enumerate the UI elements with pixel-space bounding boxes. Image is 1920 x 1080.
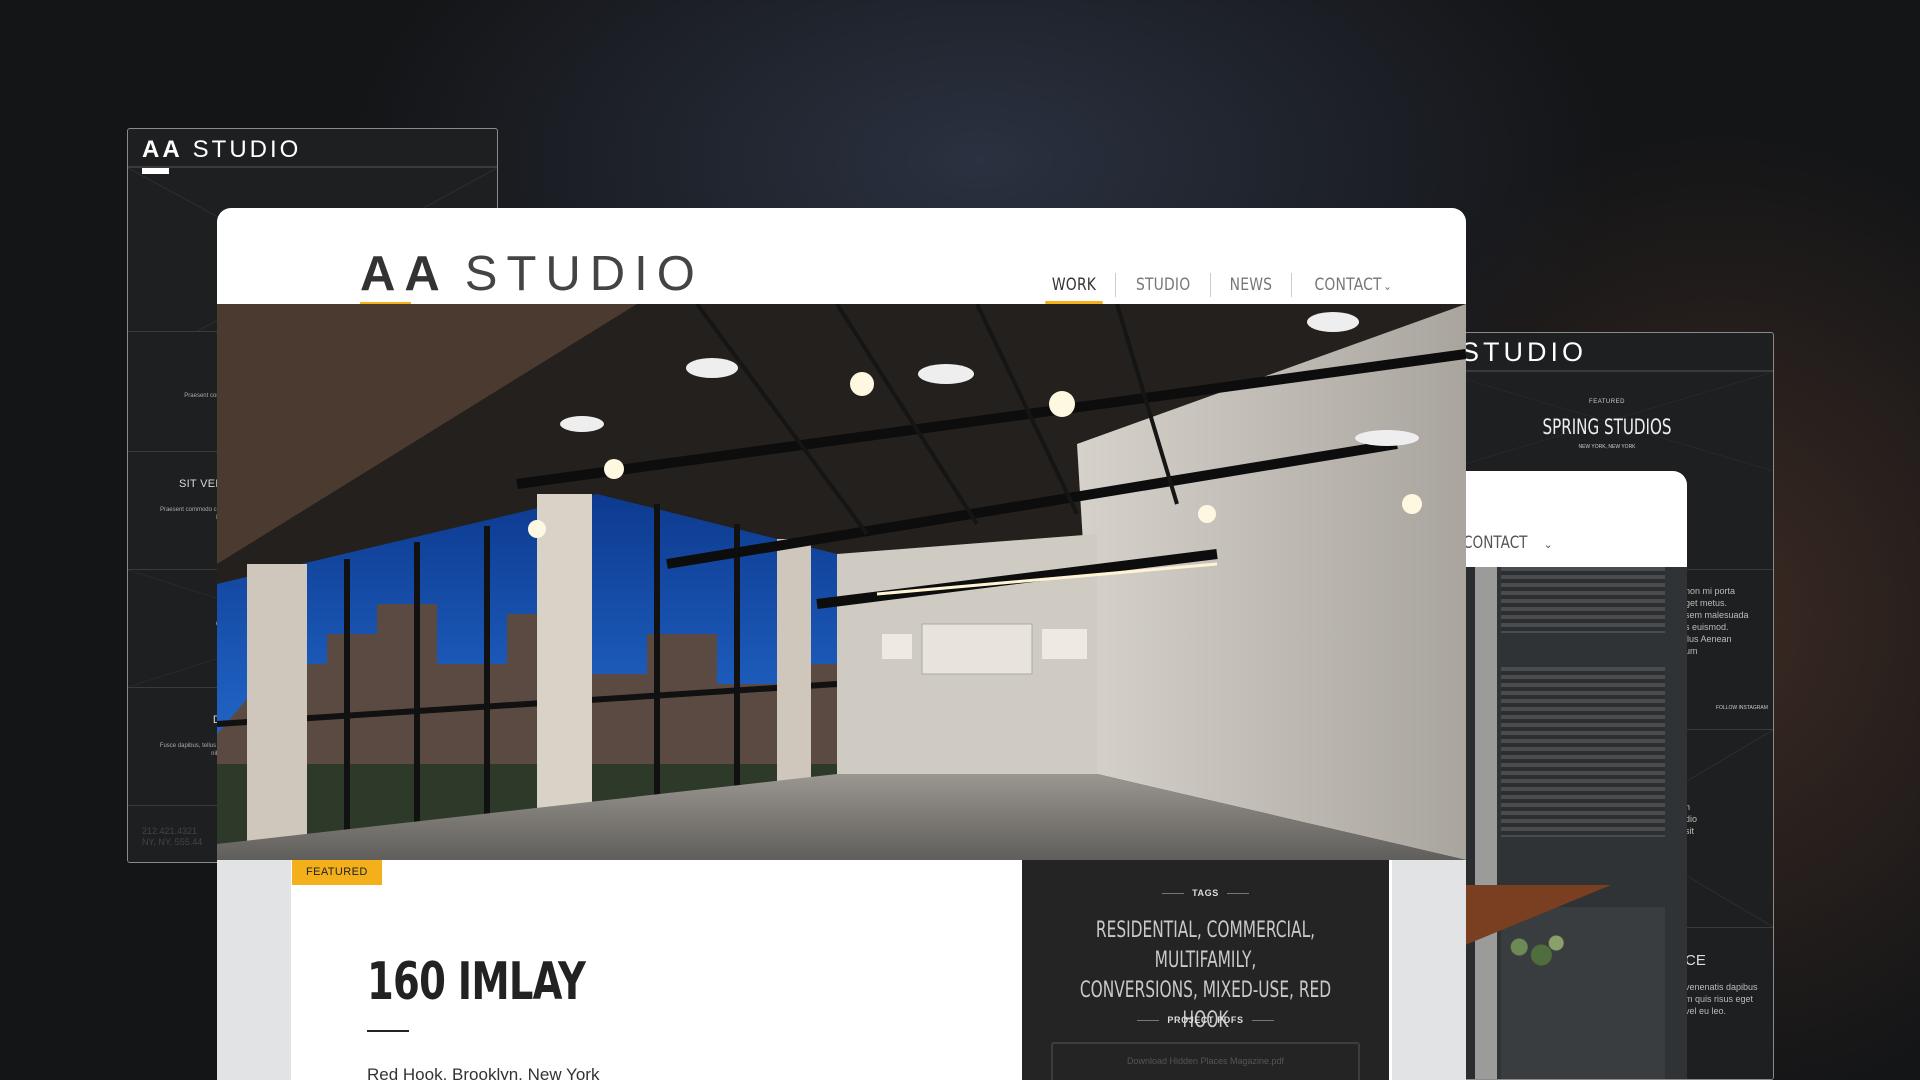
tags-line: RESIDENTIAL, COMMERCIAL, MULTIFAMILY, (1095, 918, 1316, 973)
nav-contact-label: CONTACT (1463, 533, 1528, 553)
nav-divider (1210, 273, 1212, 297)
hero-photo (217, 304, 1466, 860)
logo-light-text: STUDIO (464, 247, 704, 301)
interior-illustration (217, 304, 1466, 860)
right-mock-text-1: non mi porta get metus. sem malesuada s eui… (1685, 586, 1749, 656)
left-gutter (217, 860, 291, 1080)
right-mock-header: STUDIO (1441, 333, 1773, 371)
main-logo[interactable]: AA STUDIO (360, 246, 704, 302)
nav-news[interactable]: NEWS (1218, 270, 1283, 300)
featured-label: FEATURED (1589, 399, 1625, 405)
download-pdf-button[interactable]: Download Hidden Places Magazine.pdf (1051, 1042, 1360, 1080)
tags-line: CONVERSIONS, MIXED-USE, RED HOOK (1079, 978, 1332, 1033)
right-mock-featured[interactable]: FEATURED SPRING STUDIOS NEW YORK, NEW YO… (1441, 371, 1773, 471)
nav-contact[interactable]: CONTACT ⌄ (1463, 533, 1553, 553)
logo-bold-text: AA (142, 136, 183, 163)
title-divider (367, 1030, 409, 1032)
window-blinds (1501, 667, 1665, 837)
follow-instagram-link[interactable]: FOLLOW INSTAGRAM (1716, 702, 1768, 714)
right-mock-heading: CE (1685, 952, 1706, 969)
footer-contact: 212.421.4321 NY, NY, 555.44 (142, 826, 203, 847)
featured-title: SPRING STUDIOS (1542, 415, 1672, 439)
main-website-window: AA STUDIO WORK STUDIO NEWS CONTACT ⌄ FEA… (217, 208, 1466, 1080)
nav-divider (1291, 273, 1293, 297)
project-location: Red Hook, Brooklyn, New York (367, 1065, 600, 1080)
plants (1497, 931, 1571, 971)
project-title: 160 IMLAY (367, 952, 586, 1012)
main-nav: WORK STUDIO NEWS CONTACT ⌄ (1033, 270, 1414, 305)
logo-light-text: STUDIO (192, 136, 302, 163)
tags-label: TAGS (1022, 888, 1389, 898)
project-pdfs-label: PROJECT PDFS (1022, 1015, 1389, 1025)
nav-studio[interactable]: STUDIO (1124, 270, 1201, 300)
logo-bold-text: AA (360, 247, 449, 301)
chevron-down-icon: ⌄ (1383, 279, 1392, 293)
right-mock-logo[interactable]: STUDIO (1461, 337, 1587, 368)
right-mock-text-3: venenatis dapibus m quis risus eget vel eu… (1685, 982, 1758, 1016)
nav-work[interactable]: WORK (1040, 270, 1107, 305)
nav-contact-label: CONTACT (1314, 275, 1382, 295)
nav-divider (1114, 273, 1116, 297)
project-content: FEATURED 160 IMLAY Red Hook, Brooklyn, N… (217, 860, 1466, 1080)
right-mock-inner-window: CONTACT ⌄ (1441, 471, 1687, 1079)
right-dark-mockup: STUDIO FEATURED SPRING STUDIOS NEW YORK,… (1440, 332, 1774, 1080)
nav-contact[interactable]: CONTACT ⌄ (1303, 270, 1403, 300)
chevron-down-icon: ⌄ (1543, 539, 1553, 551)
right-gutter (1392, 860, 1466, 1080)
window-blinds (1501, 567, 1665, 633)
featured-badge: FEATURED (292, 860, 382, 885)
featured-location: NEW YORK, NEW YORK (1578, 444, 1636, 450)
building-photo (1441, 567, 1687, 1079)
left-mock-header: AA STUDIO (128, 129, 497, 174)
project-sidebar: TAGS RESIDENTIAL, COMMERCIAL, MULTIFAMIL… (1022, 860, 1389, 1080)
left-mock-logo[interactable]: AA STUDIO (142, 136, 301, 164)
